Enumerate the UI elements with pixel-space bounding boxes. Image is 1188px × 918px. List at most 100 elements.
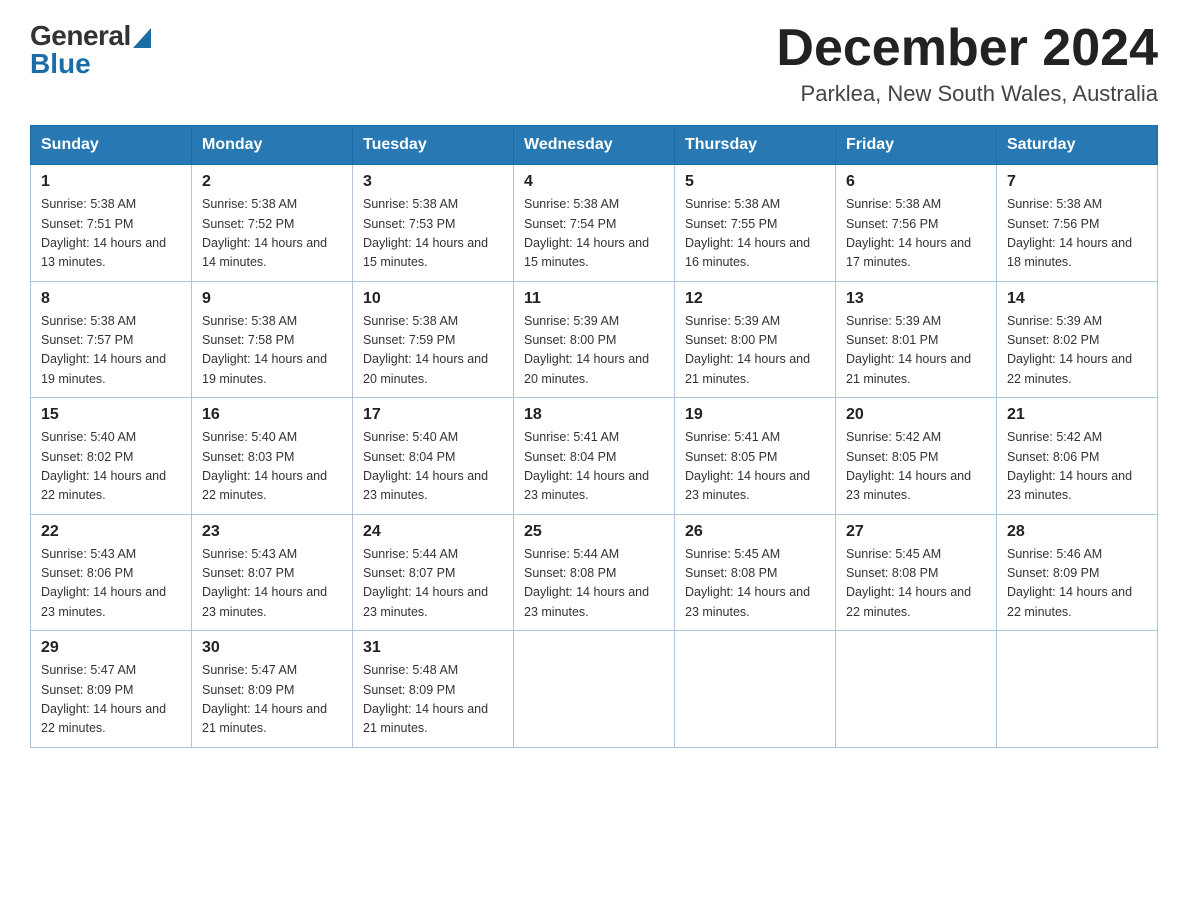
day-info: Sunrise: 5:45 AMSunset: 8:08 PMDaylight:…: [685, 547, 810, 619]
day-info: Sunrise: 5:41 AMSunset: 8:05 PMDaylight:…: [685, 430, 810, 502]
day-info: Sunrise: 5:40 AMSunset: 8:02 PMDaylight:…: [41, 430, 166, 502]
day-number: 24: [363, 523, 503, 541]
day-number: 26: [685, 523, 825, 541]
day-number: 12: [685, 290, 825, 308]
calendar-cell: 29 Sunrise: 5:47 AMSunset: 8:09 PMDaylig…: [31, 631, 192, 748]
week-row-4: 22 Sunrise: 5:43 AMSunset: 8:06 PMDaylig…: [31, 514, 1158, 631]
calendar-table: SundayMondayTuesdayWednesdayThursdayFrid…: [30, 125, 1158, 748]
day-info: Sunrise: 5:38 AMSunset: 7:51 PMDaylight:…: [41, 197, 166, 269]
day-number: 25: [524, 523, 664, 541]
calendar-cell: 17 Sunrise: 5:40 AMSunset: 8:04 PMDaylig…: [353, 398, 514, 515]
col-header-friday: Friday: [836, 126, 997, 165]
days-header-row: SundayMondayTuesdayWednesdayThursdayFrid…: [31, 126, 1158, 165]
calendar-cell: 4 Sunrise: 5:38 AMSunset: 7:54 PMDayligh…: [514, 165, 675, 282]
calendar-cell: 23 Sunrise: 5:43 AMSunset: 8:07 PMDaylig…: [192, 514, 353, 631]
calendar-cell: 26 Sunrise: 5:45 AMSunset: 8:08 PMDaylig…: [675, 514, 836, 631]
day-info: Sunrise: 5:42 AMSunset: 8:06 PMDaylight:…: [1007, 430, 1132, 502]
day-number: 31: [363, 639, 503, 657]
calendar-cell: 5 Sunrise: 5:38 AMSunset: 7:55 PMDayligh…: [675, 165, 836, 282]
calendar-cell: 13 Sunrise: 5:39 AMSunset: 8:01 PMDaylig…: [836, 281, 997, 398]
calendar-cell: 6 Sunrise: 5:38 AMSunset: 7:56 PMDayligh…: [836, 165, 997, 282]
day-info: Sunrise: 5:47 AMSunset: 8:09 PMDaylight:…: [41, 663, 166, 735]
col-header-tuesday: Tuesday: [353, 126, 514, 165]
logo-triangle-icon: [133, 28, 151, 48]
calendar-title-area: December 2024 Parklea, New South Wales, …: [776, 20, 1158, 107]
day-info: Sunrise: 5:44 AMSunset: 8:08 PMDaylight:…: [524, 547, 649, 619]
day-number: 15: [41, 406, 181, 424]
day-info: Sunrise: 5:46 AMSunset: 8:09 PMDaylight:…: [1007, 547, 1132, 619]
day-info: Sunrise: 5:38 AMSunset: 7:58 PMDaylight:…: [202, 314, 327, 386]
day-info: Sunrise: 5:43 AMSunset: 8:07 PMDaylight:…: [202, 547, 327, 619]
day-number: 30: [202, 639, 342, 657]
calendar-cell: 30 Sunrise: 5:47 AMSunset: 8:09 PMDaylig…: [192, 631, 353, 748]
day-number: 6: [846, 173, 986, 191]
day-number: 27: [846, 523, 986, 541]
calendar-cell: [675, 631, 836, 748]
day-number: 22: [41, 523, 181, 541]
calendar-cell: 11 Sunrise: 5:39 AMSunset: 8:00 PMDaylig…: [514, 281, 675, 398]
calendar-cell: 21 Sunrise: 5:42 AMSunset: 8:06 PMDaylig…: [997, 398, 1158, 515]
day-info: Sunrise: 5:40 AMSunset: 8:04 PMDaylight:…: [363, 430, 488, 502]
day-info: Sunrise: 5:38 AMSunset: 7:57 PMDaylight:…: [41, 314, 166, 386]
calendar-cell: 1 Sunrise: 5:38 AMSunset: 7:51 PMDayligh…: [31, 165, 192, 282]
day-info: Sunrise: 5:39 AMSunset: 8:02 PMDaylight:…: [1007, 314, 1132, 386]
calendar-cell: 12 Sunrise: 5:39 AMSunset: 8:00 PMDaylig…: [675, 281, 836, 398]
calendar-header: SundayMondayTuesdayWednesdayThursdayFrid…: [31, 126, 1158, 165]
day-info: Sunrise: 5:39 AMSunset: 8:00 PMDaylight:…: [685, 314, 810, 386]
month-year-title: December 2024: [776, 20, 1158, 77]
day-number: 2: [202, 173, 342, 191]
day-number: 4: [524, 173, 664, 191]
day-info: Sunrise: 5:47 AMSunset: 8:09 PMDaylight:…: [202, 663, 327, 735]
calendar-cell: 22 Sunrise: 5:43 AMSunset: 8:06 PMDaylig…: [31, 514, 192, 631]
calendar-cell: 2 Sunrise: 5:38 AMSunset: 7:52 PMDayligh…: [192, 165, 353, 282]
day-info: Sunrise: 5:43 AMSunset: 8:06 PMDaylight:…: [41, 547, 166, 619]
day-number: 17: [363, 406, 503, 424]
day-info: Sunrise: 5:38 AMSunset: 7:52 PMDaylight:…: [202, 197, 327, 269]
day-number: 8: [41, 290, 181, 308]
col-header-sunday: Sunday: [31, 126, 192, 165]
day-number: 5: [685, 173, 825, 191]
col-header-wednesday: Wednesday: [514, 126, 675, 165]
calendar-cell: [836, 631, 997, 748]
logo: General Blue: [30, 20, 151, 80]
day-number: 28: [1007, 523, 1147, 541]
calendar-body: 1 Sunrise: 5:38 AMSunset: 7:51 PMDayligh…: [31, 165, 1158, 748]
page-header: General Blue December 2024 Parklea, New …: [30, 20, 1158, 107]
day-number: 20: [846, 406, 986, 424]
day-info: Sunrise: 5:38 AMSunset: 7:54 PMDaylight:…: [524, 197, 649, 269]
day-info: Sunrise: 5:38 AMSunset: 7:59 PMDaylight:…: [363, 314, 488, 386]
calendar-cell: 31 Sunrise: 5:48 AMSunset: 8:09 PMDaylig…: [353, 631, 514, 748]
week-row-2: 8 Sunrise: 5:38 AMSunset: 7:57 PMDayligh…: [31, 281, 1158, 398]
day-number: 1: [41, 173, 181, 191]
calendar-cell: 18 Sunrise: 5:41 AMSunset: 8:04 PMDaylig…: [514, 398, 675, 515]
week-row-3: 15 Sunrise: 5:40 AMSunset: 8:02 PMDaylig…: [31, 398, 1158, 515]
calendar-cell: 10 Sunrise: 5:38 AMSunset: 7:59 PMDaylig…: [353, 281, 514, 398]
calendar-cell: 24 Sunrise: 5:44 AMSunset: 8:07 PMDaylig…: [353, 514, 514, 631]
week-row-1: 1 Sunrise: 5:38 AMSunset: 7:51 PMDayligh…: [31, 165, 1158, 282]
day-number: 16: [202, 406, 342, 424]
day-info: Sunrise: 5:44 AMSunset: 8:07 PMDaylight:…: [363, 547, 488, 619]
calendar-cell: 3 Sunrise: 5:38 AMSunset: 7:53 PMDayligh…: [353, 165, 514, 282]
day-number: 13: [846, 290, 986, 308]
day-number: 3: [363, 173, 503, 191]
day-number: 7: [1007, 173, 1147, 191]
calendar-cell: 27 Sunrise: 5:45 AMSunset: 8:08 PMDaylig…: [836, 514, 997, 631]
day-number: 21: [1007, 406, 1147, 424]
week-row-5: 29 Sunrise: 5:47 AMSunset: 8:09 PMDaylig…: [31, 631, 1158, 748]
day-number: 9: [202, 290, 342, 308]
calendar-cell: [997, 631, 1158, 748]
day-number: 11: [524, 290, 664, 308]
day-number: 18: [524, 406, 664, 424]
day-info: Sunrise: 5:38 AMSunset: 7:56 PMDaylight:…: [1007, 197, 1132, 269]
calendar-cell: 14 Sunrise: 5:39 AMSunset: 8:02 PMDaylig…: [997, 281, 1158, 398]
location-subtitle: Parklea, New South Wales, Australia: [776, 81, 1158, 107]
calendar-cell: 20 Sunrise: 5:42 AMSunset: 8:05 PMDaylig…: [836, 398, 997, 515]
day-info: Sunrise: 5:41 AMSunset: 8:04 PMDaylight:…: [524, 430, 649, 502]
col-header-saturday: Saturday: [997, 126, 1158, 165]
day-number: 23: [202, 523, 342, 541]
day-info: Sunrise: 5:48 AMSunset: 8:09 PMDaylight:…: [363, 663, 488, 735]
logo-blue-text: Blue: [30, 48, 91, 80]
calendar-cell: [514, 631, 675, 748]
calendar-cell: 25 Sunrise: 5:44 AMSunset: 8:08 PMDaylig…: [514, 514, 675, 631]
day-number: 19: [685, 406, 825, 424]
